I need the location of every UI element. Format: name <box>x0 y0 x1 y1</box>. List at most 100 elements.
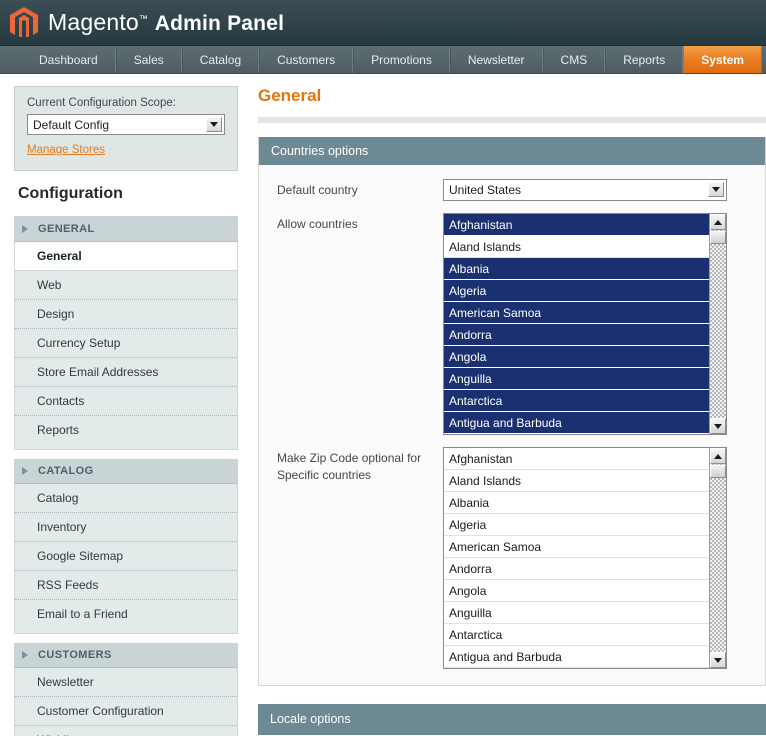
zip-optional-multiselect[interactable]: Afghanistan Aland Islands Albania Algeria Am… <box>443 447 727 669</box>
sidebar-item-currency-setup[interactable]: Currency Setup <box>15 329 237 358</box>
chevron-right-icon <box>22 225 28 233</box>
sidebar: Current Configuration Scope: Default Con… <box>0 74 238 736</box>
allow-country-option[interactable]: Andorra <box>444 324 726 346</box>
sidebar-section-label: GENERAL <box>38 223 95 235</box>
trademark-mark: ™ <box>138 13 149 24</box>
sidebar-section-label: CUSTOMERS <box>38 649 112 661</box>
sidebar-section-body: NewsletterCustomer ConfigurationWishlist <box>14 668 238 736</box>
chevron-down-icon[interactable] <box>206 117 222 132</box>
allow-country-option[interactable]: Albania <box>444 258 726 280</box>
nav-item-dashboard[interactable]: Dashboard <box>22 46 116 73</box>
sidebar-sections: GENERAL General Web Design Currency Setup Sto… <box>14 217 238 736</box>
zip-country-option[interactable]: Aland Islands <box>444 470 726 492</box>
zip-country-option[interactable]: Antigua and Barbuda <box>444 646 726 668</box>
sidebar-item-design[interactable]: Design <box>15 300 237 329</box>
nav-item-promotions[interactable]: Promotions <box>353 46 450 73</box>
allow-country-option[interactable]: Algeria <box>444 280 726 302</box>
page-body: Current Configuration Scope: Default Con… <box>0 74 766 736</box>
title-divider <box>258 117 766 123</box>
main-content: General Countries options Default countr… <box>238 74 766 735</box>
zip-country-option[interactable]: Afghanistan <box>444 448 726 470</box>
sidebar-item-customer-configuration[interactable]: Customer Configuration <box>15 697 237 726</box>
sidebar-section-gap <box>14 450 238 459</box>
sidebar-item-contacts[interactable]: Contacts <box>15 387 237 416</box>
scope-select[interactable]: Default Config <box>27 114 225 135</box>
chevron-right-icon <box>22 467 28 475</box>
sidebar-item-rss-feeds[interactable]: RSS Feeds <box>15 571 237 600</box>
sidebar-section-customers[interactable]: CUSTOMERS <box>14 643 238 668</box>
zip-optional-row: Make Zip Code optional for Specific coun… <box>259 447 765 669</box>
zip-optional-scrollbar[interactable] <box>709 448 726 668</box>
scope-selected-value: Default Config <box>33 117 110 132</box>
zip-country-option[interactable]: Antarctica <box>444 624 726 646</box>
sidebar-item-wishlist[interactable]: Wishlist <box>15 726 237 736</box>
sidebar-item-reports[interactable]: Reports <box>15 416 237 449</box>
nav-item-customers[interactable]: Customers <box>259 46 354 73</box>
nav-item-sales[interactable]: Sales <box>115 46 182 73</box>
allow-country-option[interactable]: Anguilla <box>444 368 726 390</box>
countries-options-body: Default country United States Allow coun… <box>259 165 765 685</box>
default-country-row: Default country United States <box>259 179 765 201</box>
default-country-value: United States <box>449 183 522 197</box>
sidebar-item-email-to-a-friend[interactable]: Email to a Friend <box>15 600 237 633</box>
locale-options-header[interactable]: Locale options <box>258 704 766 735</box>
default-country-label: Default country <box>277 183 358 197</box>
zip-country-option[interactable]: Andorra <box>444 558 726 580</box>
zip-country-option[interactable]: Anguilla <box>444 602 726 624</box>
zip-country-option[interactable]: American Samoa <box>444 536 726 558</box>
nav-item-reports[interactable]: Reports <box>605 46 684 73</box>
scrollbar-thumb[interactable] <box>710 231 726 244</box>
sidebar-section-general[interactable]: GENERAL <box>14 217 238 242</box>
allow-country-option[interactable]: Antigua and Barbuda <box>444 412 726 434</box>
chevron-down-icon[interactable] <box>708 182 724 197</box>
sidebar-item-newsletter[interactable]: Newsletter <box>15 668 237 697</box>
brand-name: Magento <box>48 9 139 35</box>
sidebar-item-inventory[interactable]: Inventory <box>15 513 237 542</box>
allow-country-option[interactable]: Antarctica <box>444 390 726 412</box>
page-title: General <box>258 86 322 105</box>
sidebar-section-catalog[interactable]: CATALOG <box>14 459 238 484</box>
sidebar-section-gap <box>14 634 238 643</box>
allow-country-option[interactable]: Aland Islands <box>444 236 726 258</box>
countries-options-fieldset: Countries options Default country United… <box>258 137 766 686</box>
allow-country-option[interactable]: Afghanistan <box>444 214 726 236</box>
magento-hexagon-logo-icon <box>8 6 40 40</box>
nav-item-system[interactable]: System <box>683 46 762 73</box>
sidebar-item-web[interactable]: Web <box>15 271 237 300</box>
zip-country-option[interactable]: Albania <box>444 492 726 514</box>
allow-country-option[interactable]: American Samoa <box>444 302 726 324</box>
scope-label: Current Configuration Scope: <box>27 97 176 109</box>
configuration-scope-box: Current Configuration Scope: Default Con… <box>14 86 238 171</box>
sidebar-section-body: General Web Design Currency Setup Store Emai… <box>14 242 238 450</box>
scroll-down-button[interactable] <box>710 652 726 668</box>
scroll-down-button[interactable] <box>710 418 726 434</box>
countries-options-header[interactable]: Countries options <box>259 137 765 165</box>
zip-optional-option-list: Afghanistan Aland Islands Albania Algeria Am… <box>444 448 726 668</box>
chevron-right-icon <box>22 651 28 659</box>
sidebar-item-google-sitemap[interactable]: Google Sitemap <box>15 542 237 571</box>
scroll-up-button[interactable] <box>710 448 726 464</box>
sidebar-item-store-email-addresses[interactable]: Store Email Addresses <box>15 358 237 387</box>
nav-item-catalog[interactable]: Catalog <box>181 46 260 73</box>
allow-country-option[interactable]: Angola <box>444 346 726 368</box>
scrollbar-thumb[interactable] <box>710 465 726 478</box>
nav-item-newsletter[interactable]: Newsletter <box>449 46 543 73</box>
allow-countries-label: Allow countries <box>277 217 358 231</box>
zip-country-option[interactable]: Angola <box>444 580 726 602</box>
main-navigation: Dashboard Sales Catalog Customers Promotions… <box>0 46 766 74</box>
sidebar-item-catalog[interactable]: Catalog <box>15 484 237 513</box>
allow-countries-multiselect[interactable]: Afghanistan Aland Islands Albania Algeria Am… <box>443 213 727 435</box>
default-country-select[interactable]: United States <box>443 179 727 201</box>
allow-countries-scrollbar[interactable] <box>709 214 726 434</box>
allow-countries-option-list: Afghanistan Aland Islands Albania Algeria Am… <box>444 214 726 434</box>
sidebar-item-general[interactable]: General <box>15 242 237 271</box>
configuration-heading: Configuration <box>14 171 238 217</box>
scroll-up-button[interactable] <box>710 214 726 230</box>
zip-country-option[interactable]: Algeria <box>444 514 726 536</box>
brand-logo[interactable]: Magento™ Admin Panel <box>8 6 284 40</box>
nav-item-cms[interactable]: CMS <box>542 46 606 73</box>
manage-stores-link[interactable]: Manage Stores <box>27 144 105 156</box>
sidebar-section-body: Catalog Inventory Google Sitemap RSS Feeds E… <box>14 484 238 634</box>
app-title: Magento™ Admin Panel <box>48 9 284 36</box>
sidebar-section-label: CATALOG <box>38 465 94 477</box>
